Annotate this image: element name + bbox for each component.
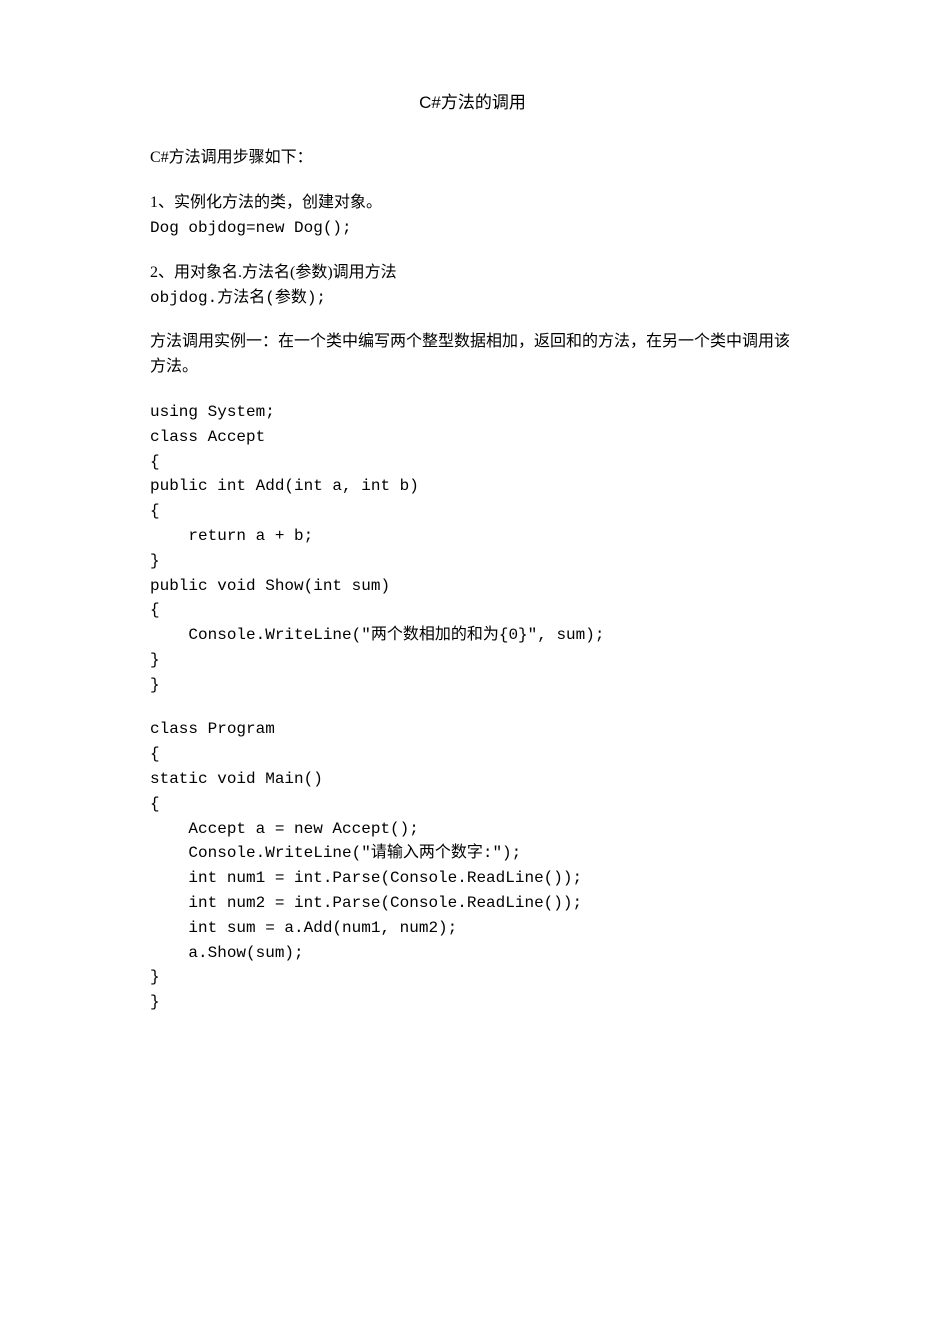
step2-code: objdog.方法名(参数); bbox=[150, 286, 795, 311]
code-line: Console.WriteLine("请输入两个数字:"); bbox=[150, 841, 795, 866]
code-line: public int Add(int a, int b) bbox=[150, 474, 795, 499]
code-line: a.Show(sum); bbox=[150, 941, 795, 966]
code-line: int num1 = int.Parse(Console.ReadLine())… bbox=[150, 866, 795, 891]
code-line: class Accept bbox=[150, 425, 795, 450]
code-line: { bbox=[150, 742, 795, 767]
code-line: int sum = a.Add(num1, num2); bbox=[150, 916, 795, 941]
code-line: } bbox=[150, 549, 795, 574]
code-line: { bbox=[150, 792, 795, 817]
code-line: Console.WriteLine("两个数相加的和为{0}", sum); bbox=[150, 623, 795, 648]
code-line: { bbox=[150, 598, 795, 623]
step1-code: Dog objdog=new Dog(); bbox=[150, 216, 795, 241]
code-line: using System; bbox=[150, 400, 795, 425]
code-block-1: using System; class Accept { public int … bbox=[150, 400, 795, 698]
code-line: { bbox=[150, 499, 795, 524]
code-line: Accept a = new Accept(); bbox=[150, 817, 795, 842]
step2-text: 2、用对象名.方法名(参数)调用方法 bbox=[150, 261, 795, 286]
code-block-2: class Program { static void Main() { Acc… bbox=[150, 717, 795, 1015]
code-line: class Program bbox=[150, 717, 795, 742]
example-intro: 方法调用实例一：在一个类中编写两个整型数据相加，返回和的方法，在另一个类中调用该… bbox=[150, 330, 795, 380]
code-line: { bbox=[150, 450, 795, 475]
code-line: int num2 = int.Parse(Console.ReadLine())… bbox=[150, 891, 795, 916]
intro-paragraph: C#方法调用步骤如下： bbox=[150, 146, 795, 171]
code-line: } bbox=[150, 648, 795, 673]
code-line: } bbox=[150, 673, 795, 698]
document-title: C#方法的调用 bbox=[150, 90, 795, 116]
code-line: static void Main() bbox=[150, 767, 795, 792]
code-line: return a + b; bbox=[150, 524, 795, 549]
code-line: public void Show(int sum) bbox=[150, 574, 795, 599]
step1-text: 1、实例化方法的类，创建对象。 bbox=[150, 191, 795, 216]
code-line: } bbox=[150, 965, 795, 990]
code-line: } bbox=[150, 990, 795, 1015]
